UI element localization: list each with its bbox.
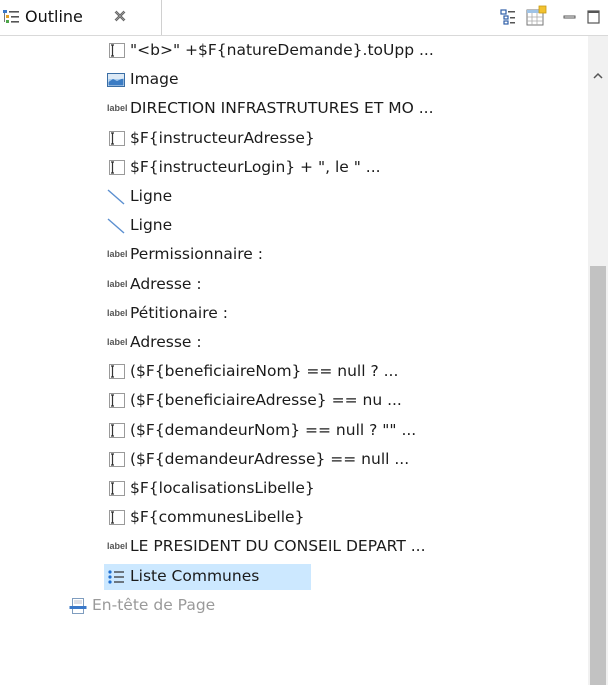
tree-item[interactable]: En-tête de Page [66,593,466,619]
outline-icon [3,10,19,23]
tree-item[interactable]: label Pétitionaire : [104,301,504,327]
text-field-icon [106,480,126,498]
line-icon [106,188,126,206]
tree-item-label: LE PRESIDENT DU CONSEIL DEPART ... [130,537,426,556]
tree-item[interactable]: "<b>" +$F{natureDemande}.toUpp ... [104,38,504,64]
tree-item-label: "<b>" +$F{natureDemande}.toUpp ... [130,41,434,59]
tree-item[interactable]: ($F{beneficiaireAdresse} == nu ... [104,388,504,414]
tree-view-icon[interactable] [498,7,518,27]
tree-item[interactable]: $F{communesLibelle} [104,505,504,531]
tree-item-label: ($F{beneficiaireNom} == null ? ... [130,362,399,381]
text-field-icon [106,392,126,410]
close-icon[interactable] [113,9,127,23]
vertical-scrollbar[interactable] [588,36,608,685]
text-field-icon [106,451,126,469]
tab-title: Outline [25,7,83,26]
tree-item-label: $F{instructeurAdresse} [130,128,315,147]
text-field-icon [106,509,126,527]
text-field-icon [106,363,126,381]
line-icon [106,217,126,235]
tree-item[interactable]: ($F{demandeurAdresse} == null ... [104,447,504,473]
tree-item-label: DIRECTION INFRASTRUTURES ET MO ... [130,99,434,118]
tree-item[interactable]: label Permissionnaire : [104,242,504,268]
tree-item-label: Adresse : [130,333,202,351]
thumbnail-view-icon[interactable] [524,4,548,28]
text-field-icon [106,130,126,148]
tree-item-label: $F{communesLibelle} [130,508,305,527]
tree-item[interactable]: Liste Communes [104,563,311,590]
tree-item-label: Permissionnaire : [130,245,263,264]
minimize-icon[interactable] [560,7,580,27]
tree-item[interactable]: Image [104,67,504,93]
tree-item-label: $F{localisationsLibelle} [130,479,315,497]
page-header-icon [68,597,88,615]
image-icon [106,71,126,89]
tree-item-label: En-tête de Page [92,595,216,614]
tab-outline[interactable]: Outline [0,0,162,35]
text-field-icon [106,159,126,177]
tree-item[interactable]: $F{instructeurLogin} + ", le " ... [104,155,504,181]
tree-item[interactable]: label Adresse : [104,272,504,298]
tree-item[interactable]: ($F{demandeurNom} == null ? "" ... [104,418,504,444]
tree-item[interactable]: label LE PRESIDENT DU CONSEIL DEPART ... [104,534,504,560]
label-icon: label [107,541,128,552]
tree-item-label: Image [130,70,179,89]
tree-item[interactable]: ($F{beneficiaireNom} == null ? ... [104,359,504,385]
tree-item-label: Pétitionaire : [130,303,228,322]
label-icon: label [107,249,128,260]
label-icon: label [107,103,128,114]
list-icon [106,568,126,586]
tree-item-label: $F{instructeurLogin} + ", le " ... [130,157,381,176]
text-field-icon [106,422,126,440]
tree-item-label: ($F{demandeurNom} == null ? "" ... [130,420,417,439]
label-icon: label [107,278,128,289]
outline-view: Outline "<b>" +$F{natureDemande}.toUpp .… [0,0,608,685]
tree-item[interactable]: label Adresse : [104,330,504,356]
tree-item-label: Liste Communes [130,566,260,585]
tree-item[interactable]: Ligne [104,184,504,210]
tree-item[interactable]: Ligne [104,213,504,239]
tree-item-label: ($F{demandeurAdresse} == null ... [130,449,410,468]
text-field-icon [106,42,126,60]
tree-item[interactable]: label DIRECTION INFRASTRUTURES ET MO ... [104,96,504,122]
tree-item[interactable]: $F{instructeurAdresse} [104,126,504,152]
maximize-icon[interactable] [584,7,604,27]
view-toolbar: Outline [0,0,608,36]
chevron-up-icon[interactable] [592,70,604,82]
tree-item-label: Adresse : [130,274,202,293]
tree-item-label: Ligne [130,216,173,235]
tree-item[interactable]: $F{localisationsLibelle} [104,476,504,502]
label-icon: label [107,337,128,347]
outline-tree[interactable]: "<b>" +$F{natureDemande}.toUpp ... Image l… [0,36,588,685]
scrollbar-thumb[interactable] [590,266,606,685]
label-icon: label [107,307,128,318]
tree-item-label: Ligne [130,187,173,205]
tree-item-label: ($F{beneficiaireAdresse} == nu ... [130,391,402,410]
